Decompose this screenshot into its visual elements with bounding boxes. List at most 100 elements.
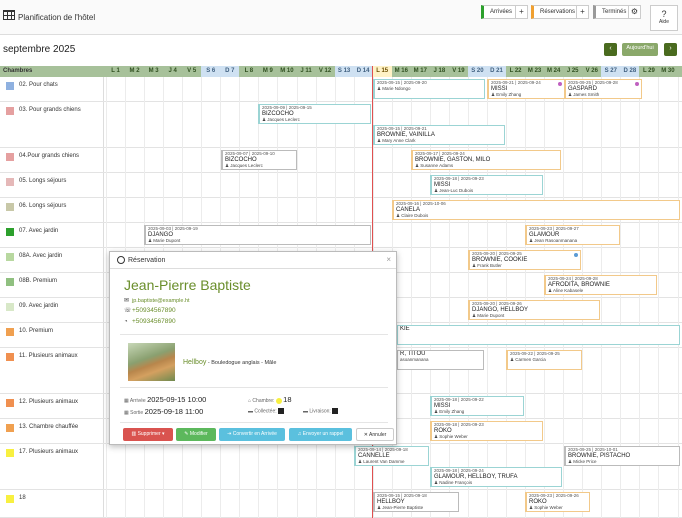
booking-block[interactable]: 2025-09-25 | 2025-09-28 GASPARD ♟ James Sm… [564, 79, 642, 99]
room-label[interactable]: 18 [0, 490, 104, 517]
booking-block[interactable]: 2025-09-18 | 2025-09-23 MISSI ♟ Jean-Luc D… [430, 175, 543, 195]
phone-icon: ☏ [124, 308, 132, 314]
room-color-swatch [6, 228, 14, 236]
pet-name[interactable]: Hellboy - Bouledogue anglais - Mâle [183, 359, 276, 366]
status-dot [558, 82, 562, 86]
room-name: 09. Avec jardin [19, 303, 59, 309]
booking-block[interactable]: 2025-09-25 | 2025-10-01 BROWNIE, PISTACHO… [564, 446, 680, 466]
room-label[interactable]: 13. Chambre chauffée [0, 419, 104, 443]
day-header-cell: S 27 [601, 66, 621, 77]
room-label[interactable]: 08A. Avec jardin [0, 248, 104, 272]
clock-icon [117, 256, 125, 264]
room-label[interactable]: 06. Longs séjours [0, 198, 104, 222]
room-name: 05. Longs séjours [19, 178, 67, 184]
room-label[interactable]: 12. Plusieurs animaux [0, 394, 104, 418]
room-name: 11. Plusieurs animaux [19, 353, 78, 359]
booking-block[interactable]: 2025-09-17 | 2025-09-24 BROWNIE, GASTON, … [411, 150, 561, 170]
room-label[interactable]: 03. Pour grands chiens [0, 102, 104, 147]
booking-block[interactable]: 2025-09-24 | 2025-09-28 AFRODITA, BROWNIE… [544, 275, 657, 295]
room-label[interactable]: 09. Avec jardin [0, 298, 104, 322]
room-label[interactable]: 07. Avec jardin [0, 223, 104, 247]
send-reminder-button[interactable]: ♫ Envoyer un rappel [289, 428, 352, 441]
booking-block[interactable]: R, TITOU asoanmanana [396, 350, 484, 370]
add-reservation-button[interactable]: + [576, 5, 589, 19]
booking-block[interactable]: 2025-09-18 | 2025-09-22 MISSI ♟ Emily Zhan… [430, 396, 524, 416]
room-label[interactable]: 08B. Premium [0, 273, 104, 297]
room-label[interactable]: 11. Plusieurs animaux [0, 348, 104, 393]
settings-gear-icon[interactable]: ⚙ [628, 5, 641, 19]
delivery-checkbox[interactable] [332, 408, 339, 414]
booking-block[interactable]: 2025-09-20 | 2025-09-25 BROWNIE, COOKIE ♟ … [468, 250, 581, 270]
day-header-cell: L 1 [111, 68, 120, 74]
booking-block[interactable]: 2025-09-14 | 2025-09-18 CANNELLE ♟ Laurent… [354, 446, 429, 466]
room-name: 02. Pour chats [19, 82, 58, 88]
divider [120, 387, 388, 388]
booking-block[interactable]: 2025-09-21 | 2025-09-24 MISSI ♟ Emily Zhan… [487, 79, 565, 99]
close-icon[interactable]: × [386, 255, 391, 264]
room-color-swatch [6, 153, 14, 161]
booking-block[interactable]: 2025-09-07 | 2025-09-10 BIZCOCHO ♟ Jacques… [221, 150, 297, 170]
room-name: 17. Plusieurs animaux [19, 449, 79, 455]
day-header-cell: L 22 [509, 68, 522, 74]
booking-block[interactable]: 2025-09-23 | 2025-09-26 ROKO ♟ Sophie Webe… [525, 492, 590, 512]
room-label[interactable]: 04.Pour grands chiens [0, 148, 104, 172]
room-color-swatch [6, 303, 14, 311]
room-label[interactable]: 02. Pour chats [0, 77, 104, 101]
next-month-button[interactable]: › [664, 43, 677, 56]
room-label[interactable]: 10. Premium [0, 323, 104, 347]
room-color-swatch [6, 353, 14, 361]
room-color-swatch [6, 203, 14, 211]
email-icon: ✉ [124, 298, 130, 304]
booking-block[interactable]: 2025-09-03 | 2025-09-19 DJANGO ♟ Marie Dup… [144, 225, 371, 245]
day-header-cell: D 28 [620, 66, 640, 77]
room-name: 06. Longs séjours [19, 203, 67, 209]
day-header-cell: M 3 [148, 68, 159, 74]
booking-block[interactable]: 2025-09-15 | 2025-09-21 BROWNIE, VAINILLA… [373, 125, 505, 145]
room-label[interactable]: 17. Plusieurs animaux [0, 444, 104, 489]
add-arrival-button[interactable]: + [515, 5, 528, 19]
day-header-cell: S 13 [334, 66, 354, 77]
client-name: Jean-Pierre Baptiste [124, 277, 251, 293]
help-icon: ? [661, 9, 667, 19]
today-button[interactable]: Aujourd'hui [622, 43, 658, 56]
room-color-swatch [6, 82, 14, 90]
booking-block[interactable]: KIE [396, 325, 680, 345]
booking-block[interactable]: 2025-09-18 | 2025-09-23 ROKO ♟ Sophie Webe… [430, 421, 543, 441]
cancel-button[interactable]: ✕ Annuler [356, 428, 394, 441]
booking-block[interactable]: 2025-09-23 | 2025-09-27 GLAMOUR ♟ Jean Ras… [525, 225, 620, 245]
help-button[interactable]: ? Aide [650, 5, 678, 31]
exit-field: ▦ Sortie 2025-09-18 11:00 [124, 407, 204, 416]
client-phone[interactable]: ☏+50934567890 [124, 307, 176, 314]
room-name: 08B. Premium [19, 278, 58, 284]
day-header-cell: S 6 [201, 66, 221, 77]
day-header-cell: V 19 [452, 68, 465, 74]
delete-button[interactable]: ▥ Supprimer ▾ [123, 428, 173, 441]
room-name: 07. Avec jardin [19, 228, 59, 234]
reservations-button[interactable]: Réservations [531, 5, 583, 19]
convert-arrival-button[interactable]: ⇥ Convertir en Arrivée [219, 428, 285, 441]
client-email[interactable]: ✉ jp.baptiste@example.ht [124, 297, 190, 304]
day-header-cell: L 8 [244, 68, 254, 74]
booking-block[interactable]: 2025-09-15 | 2025-09-18 HELLBOY ♟ Jean-Pie… [373, 492, 459, 512]
room-label[interactable]: 05. Longs séjours [0, 173, 104, 197]
grid-line [525, 77, 527, 518]
edit-button[interactable]: ✎ Modifier [176, 428, 216, 441]
booking-block[interactable]: 2025-09-22 | 2025-09-25 ♟ Carmen Garcia [506, 350, 582, 370]
room-color-dot [275, 397, 282, 404]
prev-month-button[interactable]: ‹ [604, 43, 617, 56]
booking-block[interactable]: 2025-09-15 | 2025-09-20 ♟ Marie Ndongo [373, 79, 485, 99]
day-header-cell: V 5 [187, 68, 197, 74]
popup-title: Réservation [128, 257, 166, 264]
month-title: septembre 2025 [3, 44, 76, 55]
booking-block[interactable]: 2025-09-18 | 2025-09-24 GLAMOUR, HELLBOY,… [430, 467, 562, 487]
client-whatsapp[interactable]: ◔ +50934567890 [124, 318, 176, 325]
room-color-swatch [6, 278, 14, 286]
booking-block[interactable]: 2025-09-20 | 2025-09-26 DJANGO, HELLBOY ♟ … [468, 300, 600, 320]
arrivals-button[interactable]: Arrivées [481, 5, 520, 19]
booking-block[interactable]: 2025-09-16 | 2025-10-06 CANELA ♟ Claire Du… [392, 200, 680, 220]
grid-line [106, 77, 107, 518]
booking-block[interactable]: 2025-09-09 | 2025-09-15 BIZCOCHO ♟ Jacques… [258, 104, 371, 124]
room-name: 04.Pour grands chiens [19, 153, 80, 159]
room-color-swatch [6, 495, 14, 503]
collected-checkbox[interactable] [278, 408, 285, 414]
